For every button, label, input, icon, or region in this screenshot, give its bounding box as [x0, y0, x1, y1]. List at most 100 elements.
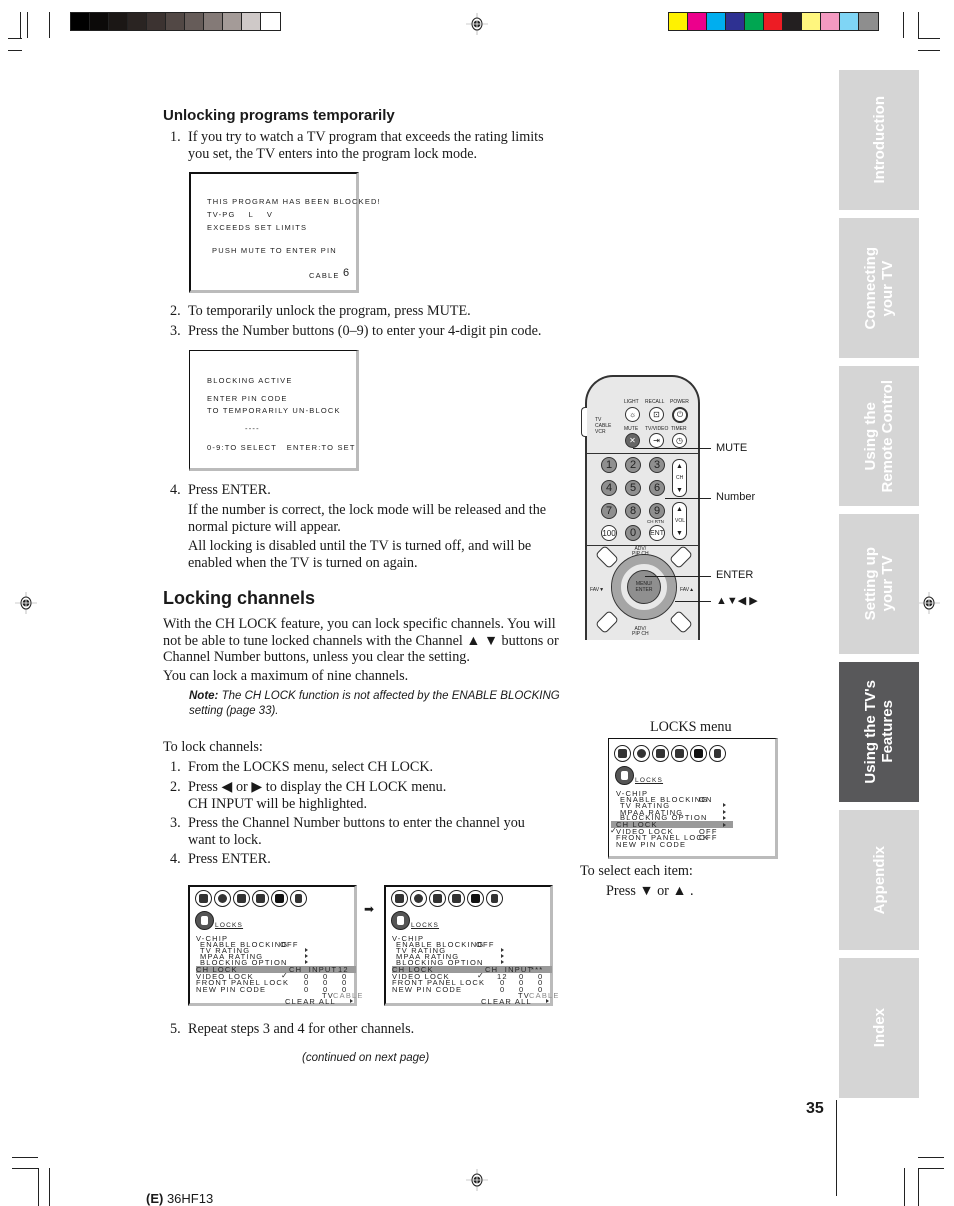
calibration-swatch: [859, 13, 878, 30]
crop-mark: [8, 50, 22, 51]
step-text: Repeat steps 3 and 4 for other channels.: [188, 1021, 415, 1037]
submenu-arrow-icon: [723, 816, 726, 820]
crop-mark: [918, 12, 919, 38]
section-heading: Locking channels: [163, 588, 316, 608]
number-button: 6: [649, 480, 665, 496]
submenu-arrow-icon: [305, 948, 308, 952]
step-number: 4.: [170, 851, 181, 867]
mode-switch: [581, 407, 587, 437]
crop-mark: [918, 50, 940, 51]
step-text: Press the Number buttons (0–9) to enter …: [188, 323, 542, 339]
gray-calibration-bar: [70, 12, 281, 31]
calibration-swatch: [242, 13, 261, 30]
calibration-swatch: [707, 13, 726, 30]
step-number: 1.: [170, 129, 181, 145]
theater-menu-icon: [690, 745, 707, 762]
section-heading: Unlocking programs temporarily: [163, 107, 395, 124]
calibration-swatch: [726, 13, 745, 30]
tab-appendix[interactable]: Appendix: [839, 810, 919, 950]
calibration-swatch: [802, 13, 821, 30]
number-button: 0: [625, 525, 641, 541]
number-button: 8: [625, 503, 641, 519]
crop-mark: [918, 1168, 944, 1169]
step-number: 3.: [170, 323, 181, 339]
callout-number: Number: [716, 491, 756, 503]
crop-mark: [918, 1157, 944, 1158]
calibration-swatch: [90, 13, 109, 30]
tv-screen-blocking-active: BLOCKING ACTIVE ENTER PIN CODE TO TEMPOR…: [189, 350, 359, 471]
power-button: ⏻: [672, 407, 688, 423]
note: Note: The CH LOCK function is not affect…: [189, 690, 560, 717]
callout-enter: ENTER: [716, 569, 754, 581]
crop-mark: [903, 12, 904, 38]
strobe-button: [594, 609, 620, 635]
calibration-swatch: [669, 13, 688, 30]
page-divider: [836, 1100, 837, 1196]
paragraph: You can lock a maximum of nine channels.: [163, 668, 409, 684]
calibration-swatch: [128, 13, 147, 30]
step-number: 2.: [170, 303, 181, 319]
crop-mark: [12, 1157, 38, 1158]
number-button-100: 100: [601, 525, 617, 541]
continued-note: (continued on next page): [302, 1052, 430, 1064]
setup-menu-icon: [429, 890, 446, 907]
submenu-arrow-icon: [501, 960, 504, 964]
tv-video-button: ⇥: [649, 433, 664, 448]
registration-mark-icon: [15, 592, 37, 614]
tab-setting-up-your-tv[interactable]: Setting up your TV: [839, 514, 919, 654]
calibration-swatch: [147, 13, 166, 30]
picture-menu-icon: [391, 890, 408, 907]
tab-introduction[interactable]: Introduction: [839, 70, 919, 210]
number-button: 2: [625, 457, 641, 473]
locks-menu-caption: LOCKS menu: [650, 719, 732, 735]
submenu-arrow-icon: [501, 954, 504, 958]
crop-mark: [49, 1168, 50, 1206]
picture-menu-icon: [614, 745, 631, 762]
crop-mark: [918, 38, 940, 39]
option-menu-icon: [671, 745, 688, 762]
calibration-swatch: [185, 13, 204, 30]
favorite-button: [594, 544, 620, 570]
setup-menu-icon: [233, 890, 250, 907]
calibration-swatch: [840, 13, 859, 30]
paragraph: With the CH LOCK feature, you can lock s…: [163, 616, 559, 665]
tab-index[interactable]: Index: [839, 958, 919, 1098]
mute-button: ✕: [625, 433, 640, 448]
calibration-swatch: [783, 13, 802, 30]
tab-using-remote-control[interactable]: Using the Remote Control: [839, 366, 919, 506]
tab-using-tv-features[interactable]: Using the TV's Features: [839, 662, 919, 802]
number-button: 4: [601, 480, 617, 496]
number-button: 1: [601, 457, 617, 473]
timer-button: ◷: [672, 433, 687, 448]
crop-mark: [27, 12, 28, 38]
step-text: Press ENTER.: [188, 851, 271, 867]
crop-mark: [38, 1168, 39, 1206]
light-button: ☼: [625, 407, 640, 422]
tab-connecting-your-tv[interactable]: Connecting your TV: [839, 218, 919, 358]
crop-mark: [904, 1168, 905, 1206]
submenu-arrow-icon: [305, 954, 308, 958]
step-number: 4.: [170, 482, 181, 498]
theater-menu-icon: [271, 890, 288, 907]
submenu-arrow-icon: [723, 810, 726, 814]
audio-menu-icon: [410, 890, 427, 907]
callout-mute: MUTE: [716, 442, 748, 454]
number-button: 7: [601, 503, 617, 519]
step-text: To temporarily unlock the program, press…: [188, 303, 471, 319]
calibration-swatch: [261, 13, 280, 30]
step-text: If you try to watch a TV program that ex…: [188, 129, 544, 162]
color-calibration-bar: [668, 12, 879, 31]
calibration-swatch: [204, 13, 223, 30]
step-text: Press the Channel Number buttons to ente…: [188, 815, 525, 848]
step-number: 5.: [170, 1021, 181, 1037]
registration-mark-icon: [918, 592, 940, 614]
locks-selected-icon: [615, 766, 634, 785]
tv-screen-program-blocked: THIS PROGRAM HAS BEEN BLOCKED! TV-PG L V…: [189, 172, 380, 293]
ent-button: ENT: [649, 525, 665, 541]
picture-menu-icon: [195, 890, 212, 907]
step-number: 3.: [170, 815, 181, 831]
step-text: Press ◀ or ▶ to display the CH LOCK menu…: [188, 779, 447, 812]
number-button: 3: [649, 457, 665, 473]
submenu-arrow-icon: [546, 999, 549, 1003]
step-number: 1.: [170, 759, 181, 775]
